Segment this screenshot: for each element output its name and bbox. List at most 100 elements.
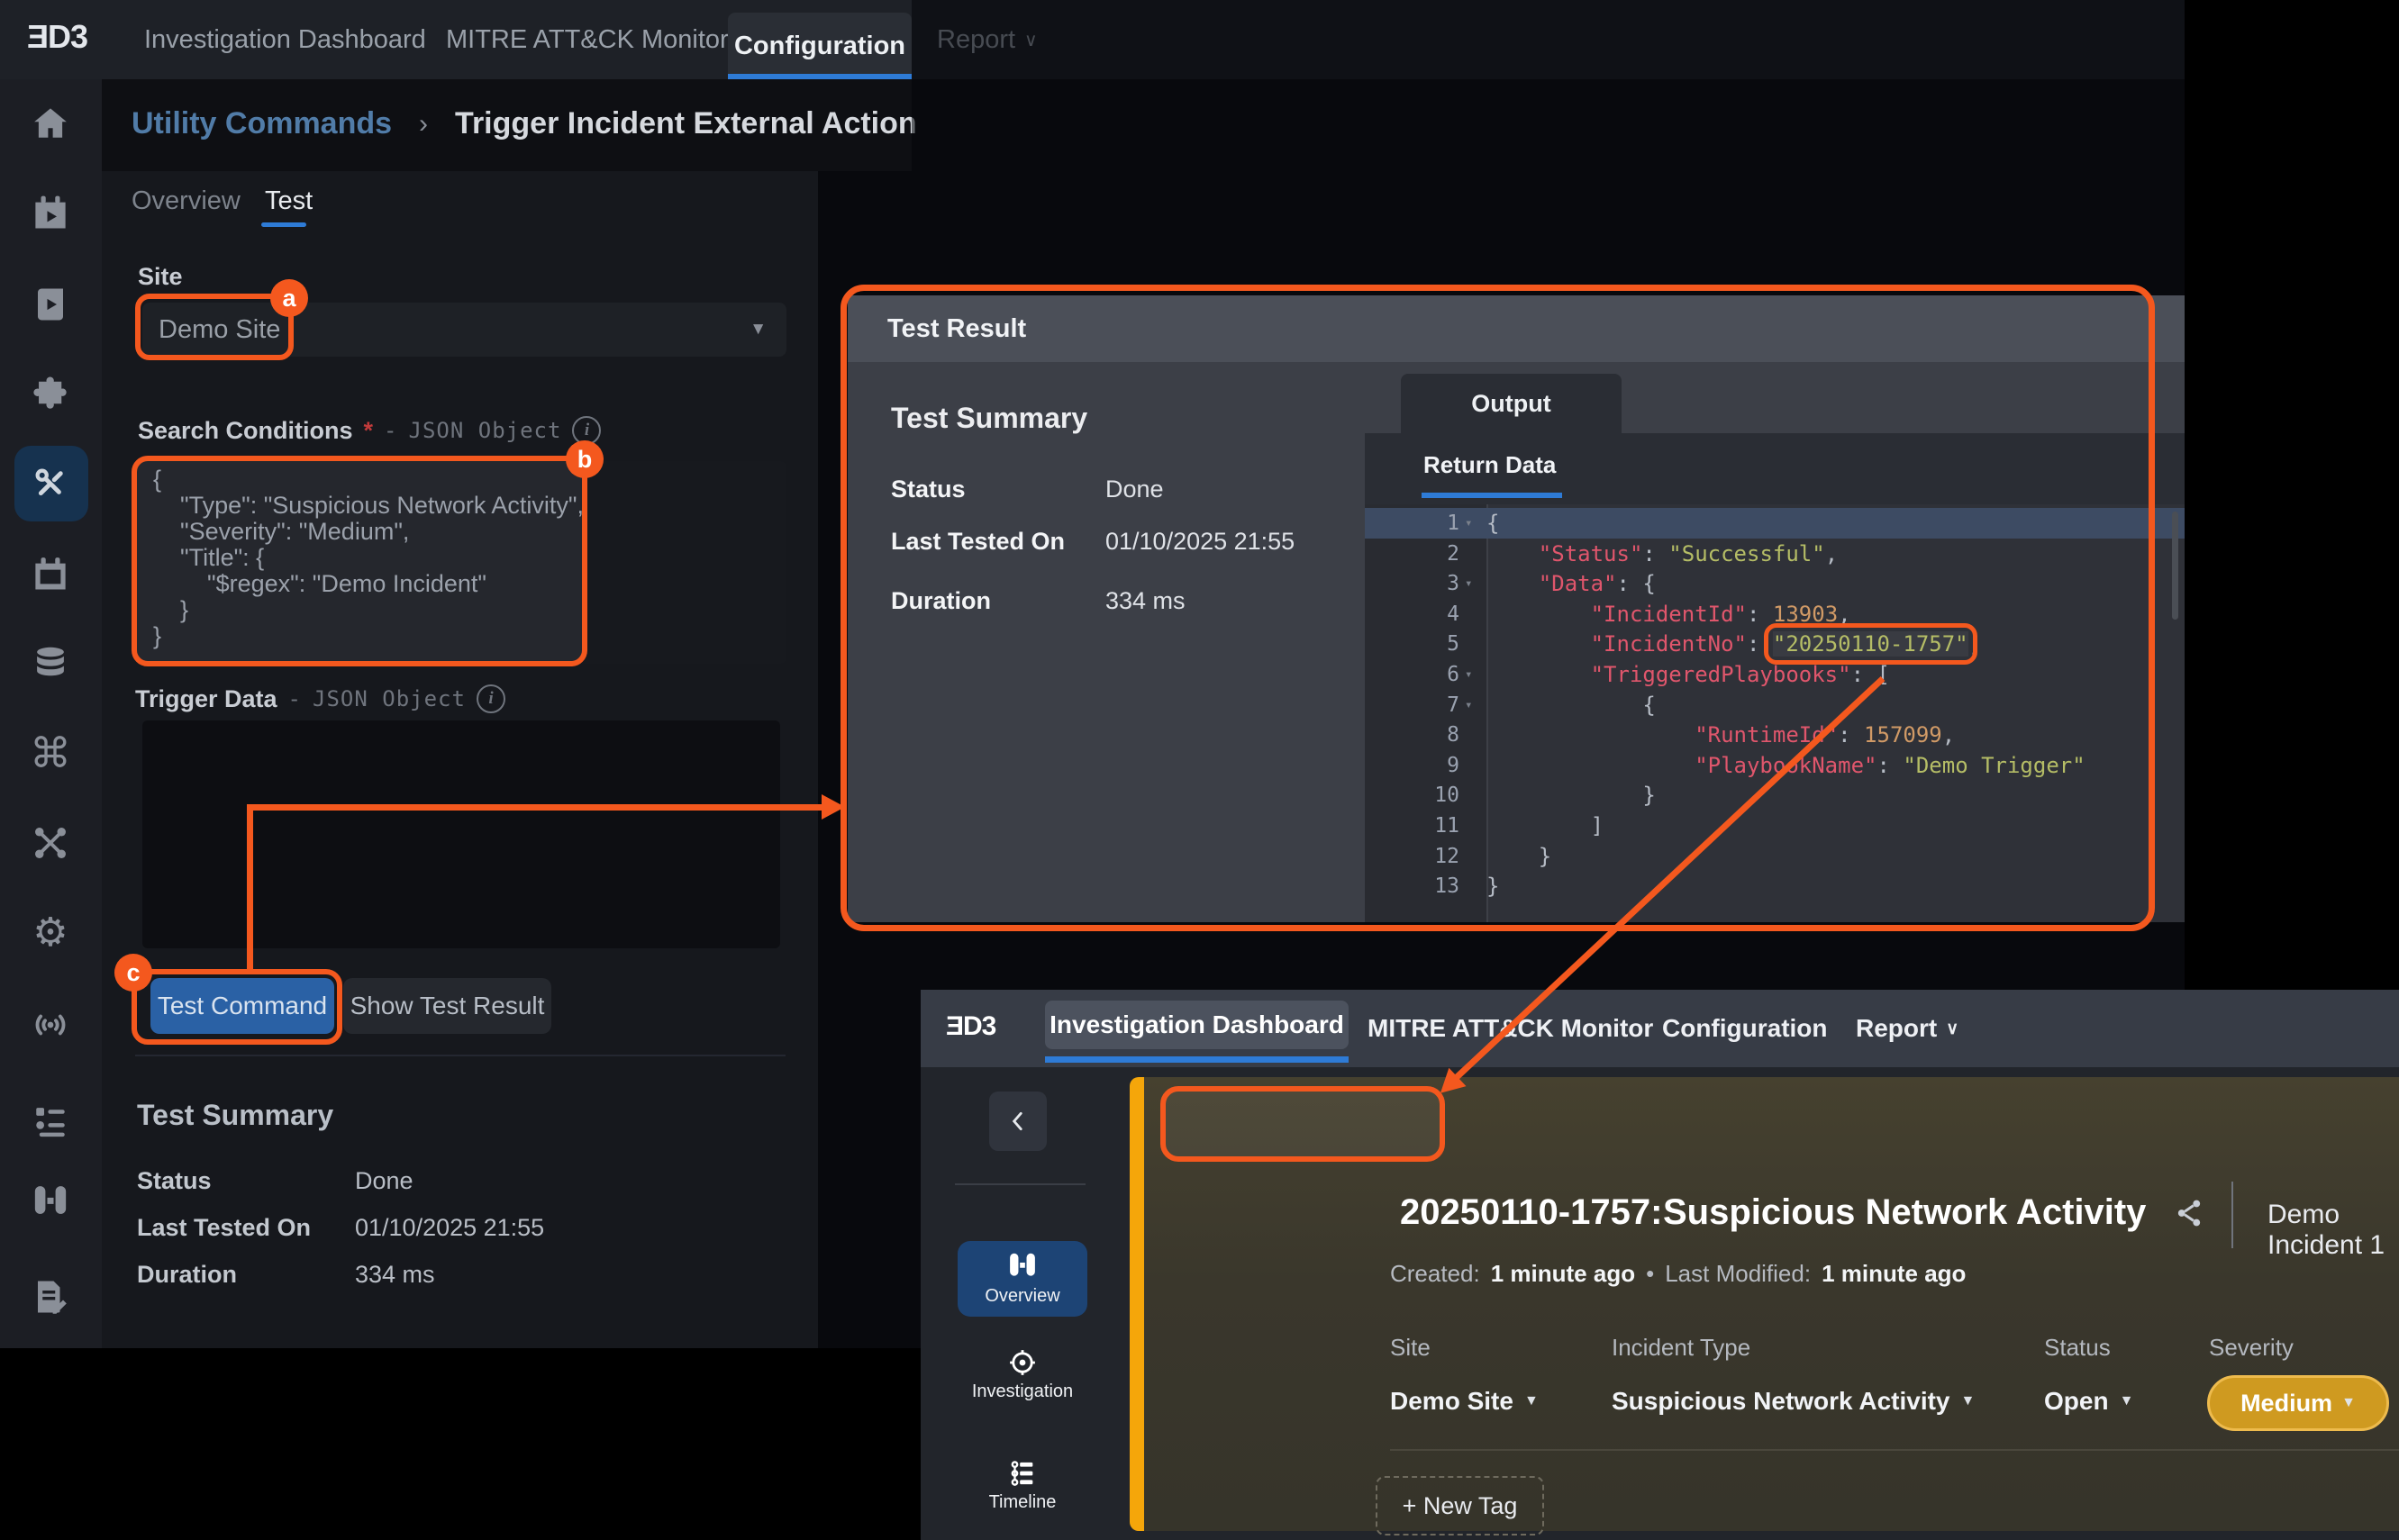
- incident-name[interactable]: Demo Incident 1: [2267, 1200, 2399, 1261]
- breadcrumb-separator: ›: [419, 109, 428, 140]
- field-dropdown-status[interactable]: Open ▼: [2044, 1387, 2133, 1416]
- incident-nav-report[interactable]: Report∨: [1856, 990, 1958, 1067]
- nav-item-investigation-dashboard[interactable]: Investigation Dashboard: [144, 0, 426, 79]
- report-editor-icon[interactable]: [25, 1272, 76, 1322]
- binoculars-icon[interactable]: [25, 1178, 76, 1228]
- field-value-status: Open: [2044, 1387, 2109, 1416]
- summary-value-duration: 334 ms: [355, 1261, 435, 1289]
- chevron-down-icon: ▼: [2120, 1393, 2134, 1409]
- divider: [2231, 1182, 2233, 1248]
- chevron-down-icon: ▼: [750, 320, 767, 340]
- collapse-sidebar-button[interactable]: [989, 1092, 1047, 1151]
- signal-icon[interactable]: [25, 1000, 76, 1050]
- incident-meta: Created: 1 minute ago • Last Modified: 1…: [1390, 1260, 1966, 1288]
- breadcrumb: Utility Commands › Trigger Incident Exte…: [132, 106, 917, 141]
- search-conditions-json[interactable]: { "Type": "Suspicious Network Activity",…: [153, 467, 584, 649]
- nav-item-label: Configuration: [1662, 1014, 1828, 1043]
- left-sidebar: ⌘⚙: [0, 79, 102, 1348]
- active-nav-underline: [728, 74, 912, 79]
- home-icon[interactable]: [25, 98, 76, 149]
- summary-value-last-tested-on: 01/10/2025 21:55: [355, 1214, 544, 1242]
- new-tag-button[interactable]: + New Tag: [1376, 1476, 1544, 1535]
- annotation-badge-c: c: [114, 954, 152, 992]
- playbook-icon[interactable]: [25, 279, 76, 330]
- breadcrumb-utility-commands[interactable]: Utility Commands: [132, 106, 392, 141]
- nav-item-label: Investigation Dashboard: [1050, 1010, 1344, 1039]
- divider: [1390, 1449, 2399, 1451]
- required-asterisk: *: [364, 417, 374, 445]
- annotation-badge-b: b: [566, 440, 604, 478]
- command-icon[interactable]: ⌘: [25, 728, 76, 778]
- side-item-label: Timeline: [989, 1492, 1057, 1513]
- info-icon[interactable]: i: [477, 684, 505, 713]
- modal-backdrop: [912, 0, 2185, 171]
- incident-nav-configuration[interactable]: Configuration: [1662, 990, 1828, 1067]
- hint-dash: -: [384, 418, 397, 443]
- share-icon[interactable]: [2173, 1197, 2205, 1229]
- api-gear-icon[interactable]: ⚙: [25, 908, 76, 958]
- utility-tools-icon[interactable]: [25, 458, 76, 509]
- summary-label-status: Status: [137, 1167, 212, 1195]
- field-label-status: Status: [2044, 1334, 2111, 1362]
- calendar-icon[interactable]: [25, 548, 76, 599]
- field-dropdown-incident-type[interactable]: Suspicious Network Activity ▼: [1612, 1387, 1975, 1416]
- field-value-severity: Medium: [2240, 1390, 2332, 1418]
- trigger-data-label-row: Trigger Data - JSON Object i: [135, 684, 505, 713]
- created-value: 1 minute ago: [1491, 1260, 1635, 1288]
- field-dropdown-site[interactable]: Demo Site▼: [1390, 1387, 1539, 1416]
- dot-separator: •: [1646, 1260, 1654, 1288]
- form-test-summary-title: Test Summary: [137, 1099, 333, 1132]
- side-item-label: Investigation: [972, 1381, 1073, 1402]
- field-value-incident-type: Suspicious Network Activity: [1612, 1387, 1950, 1416]
- nav-item-label: Configuration: [734, 32, 905, 61]
- incident-panel-top-nav: ƎD3 Investigation DashboardMITRE ATT&CK …: [921, 990, 2399, 1067]
- json-object-hint: JSON Object: [409, 418, 562, 443]
- modified-label: Last Modified:: [1665, 1260, 1811, 1288]
- summary-label-duration: Duration: [137, 1261, 237, 1289]
- scrollbar[interactable]: [2172, 512, 2178, 620]
- trigger-data-label: Trigger Data: [135, 685, 277, 713]
- trigger-data-input[interactable]: [142, 720, 780, 948]
- d3-logo[interactable]: ƎD3: [27, 18, 87, 56]
- tab-test[interactable]: Test: [265, 186, 313, 216]
- annotation-line: [247, 804, 822, 811]
- severity-pill[interactable]: Medium ▼: [2207, 1375, 2389, 1431]
- field-label-severity: Severity: [2209, 1334, 2294, 1362]
- tab-overview[interactable]: Overview: [132, 186, 241, 216]
- created-label: Created:: [1390, 1260, 1480, 1288]
- show-test-result-button[interactable]: Show Test Result: [343, 978, 551, 1034]
- annotation-box-c: [132, 969, 342, 1045]
- integrations-puzzle-icon[interactable]: [25, 367, 76, 418]
- nav-item-label: Investigation Dashboard: [144, 25, 426, 55]
- divider: [955, 1183, 1086, 1185]
- nav-item-configuration[interactable]: Configuration: [728, 13, 912, 79]
- timeline-icon: [1007, 1458, 1038, 1489]
- calendar-play-icon[interactable]: [25, 187, 76, 238]
- chevron-left-icon: [1006, 1108, 1030, 1135]
- annotation-box-incident-number: [1160, 1086, 1445, 1162]
- annotation-box-modal: [841, 285, 2155, 931]
- incident-nav-investigation-dashboard[interactable]: Investigation Dashboard: [1045, 1001, 1349, 1049]
- tab-test-underline: [261, 222, 306, 227]
- modified-value: 1 minute ago: [1822, 1260, 1966, 1288]
- side-item-investigation[interactable]: Investigation: [958, 1336, 1087, 1412]
- database-icon[interactable]: [25, 639, 76, 689]
- chevron-down-icon: ▼: [2341, 1395, 2356, 1411]
- active-tab-underline: [1045, 1056, 1349, 1063]
- incident-number: 20250110-1757:: [1400, 1192, 1662, 1233]
- investigation-dashboard-panel: ƎD3 Investigation DashboardMITRE ATT&CK …: [921, 990, 2399, 1540]
- field-label-incident-type: Incident Type: [1612, 1334, 1750, 1362]
- json-object-hint: JSON Object: [313, 686, 466, 711]
- chevron-down-icon: ▼: [1961, 1393, 1976, 1409]
- side-item-timeline[interactable]: Timeline: [958, 1447, 1087, 1523]
- field-value-site: Demo Site: [1390, 1387, 1513, 1416]
- side-item-overview[interactable]: Overview: [958, 1241, 1087, 1317]
- summary-value-status: Done: [355, 1167, 413, 1195]
- tasks-icon[interactable]: [25, 1096, 76, 1146]
- nav-item-mitre-att-ck-monitor[interactable]: MITRE ATT&CK Monitor: [446, 0, 729, 79]
- annotation-box-a: [135, 294, 294, 360]
- severity-stripe: [1130, 1077, 1144, 1531]
- share-nodes-icon[interactable]: [25, 818, 76, 868]
- d3-logo[interactable]: ƎD3: [946, 1011, 995, 1042]
- binoculars-icon: [1007, 1252, 1038, 1282]
